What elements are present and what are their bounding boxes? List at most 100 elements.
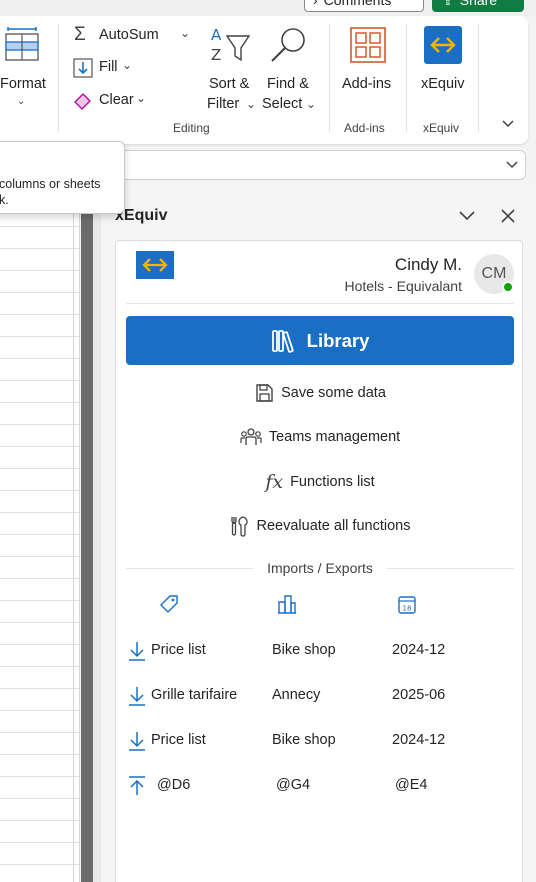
xequiv-logo-icon bbox=[136, 251, 174, 279]
find-label: Find & bbox=[267, 76, 309, 92]
row-name: Price list bbox=[151, 642, 206, 658]
reevaluate-functions-item[interactable]: Reevaluate all functions bbox=[116, 513, 524, 539]
menu-item-label: Save some data bbox=[281, 385, 386, 401]
clear-label: Clear bbox=[99, 92, 134, 108]
close-icon bbox=[501, 209, 515, 223]
worksheet-grid[interactable] bbox=[0, 183, 80, 882]
teams-management-item[interactable]: Teams management bbox=[116, 424, 524, 450]
comments-button[interactable]: › Comments bbox=[304, 0, 424, 12]
chevron-down-icon: ⌄ bbox=[306, 97, 317, 111]
pane-close-button[interactable] bbox=[498, 206, 518, 226]
row-name: @D6 bbox=[157, 777, 191, 793]
download-icon bbox=[129, 642, 145, 661]
fill-button[interactable]: Fill ⌄ bbox=[72, 56, 142, 80]
section-title-text: Imports / Exports bbox=[253, 560, 387, 576]
upload-icon bbox=[129, 776, 145, 795]
pane-splitter[interactable] bbox=[81, 183, 93, 882]
clear-button[interactable]: Clear ⌄ bbox=[72, 88, 152, 112]
fill-down-icon bbox=[73, 58, 93, 78]
group-separator bbox=[406, 24, 407, 132]
functions-list-item[interactable]: fx Functions list bbox=[116, 469, 524, 495]
select-label: Select bbox=[262, 96, 303, 112]
import-row[interactable]: Price list Bike shop 2024-12 bbox=[116, 639, 524, 663]
import-row[interactable]: Grille tarifaire Annecy 2025-06 bbox=[116, 684, 524, 708]
addins-button[interactable]: Add-ins bbox=[336, 22, 400, 112]
row-name: Price list bbox=[151, 732, 206, 748]
grid-column-line bbox=[73, 183, 74, 882]
export-row[interactable]: @D6 @G4 @E4 bbox=[116, 774, 524, 798]
autosum-label: AutoSum bbox=[99, 27, 159, 43]
filter-label: Filter bbox=[207, 96, 240, 112]
sort-label: Sort & bbox=[209, 76, 250, 92]
buildings-icon[interactable] bbox=[276, 593, 298, 615]
xequiv-logo-icon bbox=[424, 26, 462, 64]
task-pane: xEquiv Cindy M. Hotels - Equivalant CM L… bbox=[101, 183, 536, 882]
tag-icon[interactable] bbox=[158, 593, 180, 615]
formula-bar[interactable] bbox=[118, 150, 526, 180]
download-icon bbox=[129, 732, 145, 751]
addins-label: Add-ins bbox=[342, 76, 392, 92]
import-row[interactable]: Price list Bike shop 2024-12 bbox=[116, 729, 524, 753]
ribbon-expand-button[interactable] bbox=[498, 114, 520, 134]
row-place: Annecy bbox=[272, 687, 321, 703]
chevron-down-icon bbox=[502, 120, 514, 128]
format-cells-icon bbox=[5, 27, 39, 61]
save-data-item[interactable]: Save some data bbox=[116, 380, 524, 406]
group-separator bbox=[329, 24, 330, 132]
menu-item-label: Reevaluate all functions bbox=[256, 518, 411, 534]
function-icon: fx bbox=[265, 471, 284, 493]
comments-label: Comments bbox=[323, 0, 392, 8]
comment-icon: › bbox=[313, 0, 318, 8]
library-button[interactable]: Library bbox=[126, 316, 514, 365]
chevron-down-icon: ⌄ bbox=[122, 58, 133, 72]
chevron-down-icon: ⌄ bbox=[180, 26, 191, 40]
group-label-addins: Add-ins bbox=[344, 121, 385, 135]
chevron-down-icon: ⌄ bbox=[246, 97, 257, 111]
ribbon-tooltip: columns or sheets k. bbox=[0, 141, 125, 214]
svg-text:18: 18 bbox=[403, 605, 412, 613]
user-organization: Hotels - Equivalant bbox=[344, 278, 462, 294]
menu-item-label: Teams management bbox=[268, 429, 401, 445]
row-place: Bike shop bbox=[272, 642, 336, 658]
group-label-editing: Editing bbox=[173, 121, 210, 135]
header-divider bbox=[126, 303, 514, 304]
svg-text:A: A bbox=[211, 26, 222, 44]
format-button[interactable]: Format ⌄ bbox=[0, 22, 52, 112]
share-icon: ⇪ bbox=[442, 0, 454, 9]
pane-gutter bbox=[93, 183, 101, 882]
save-icon bbox=[256, 384, 273, 402]
autosum-button[interactable]: Σ AutoSum ⌄ bbox=[72, 24, 196, 48]
calendar-icon[interactable]: 18 bbox=[396, 593, 418, 615]
download-icon bbox=[129, 687, 145, 706]
xequiv-card: Cindy M. Hotels - Equivalant CM Library … bbox=[115, 240, 523, 882]
sort-filter-button[interactable]: A Z Sort & Filter ⌄ bbox=[205, 22, 259, 112]
section-title: Imports / Exports bbox=[116, 560, 524, 576]
row-place: Bike shop bbox=[272, 732, 336, 748]
addins-grid-icon bbox=[350, 27, 386, 63]
magnifier-icon bbox=[271, 28, 305, 62]
row-date: 2025-06 bbox=[392, 687, 446, 703]
eraser-icon bbox=[74, 93, 91, 110]
tools-icon bbox=[230, 516, 248, 537]
chevron-down-icon[interactable] bbox=[505, 157, 519, 171]
group-separator bbox=[478, 24, 479, 132]
xequiv-ribbon-button[interactable]: xEquiv bbox=[416, 22, 472, 112]
share-button[interactable]: ⇪ Share bbox=[432, 0, 524, 12]
row-date: 2024-12 bbox=[392, 732, 446, 748]
xequiv-label: xEquiv bbox=[421, 76, 465, 92]
team-icon bbox=[240, 428, 262, 445]
sigma-icon: Σ bbox=[74, 24, 86, 45]
library-label: Library bbox=[306, 329, 370, 351]
group-label-xequiv: xEquiv bbox=[423, 121, 460, 135]
share-label: Share bbox=[459, 0, 498, 8]
svg-text:Z: Z bbox=[211, 46, 221, 64]
find-select-button[interactable]: Find & Select ⌄ bbox=[261, 22, 321, 112]
fill-label: Fill bbox=[99, 59, 118, 75]
row-place: @G4 bbox=[276, 777, 311, 793]
row-name: Grille tarifaire bbox=[151, 687, 238, 703]
tooltip-line: columns or sheets bbox=[0, 177, 101, 191]
chevron-down-icon: ⌄ bbox=[17, 96, 26, 107]
row-date: @E4 bbox=[395, 777, 428, 793]
pane-options-button[interactable] bbox=[457, 206, 477, 226]
sort-filter-icon: A Z bbox=[211, 26, 251, 64]
